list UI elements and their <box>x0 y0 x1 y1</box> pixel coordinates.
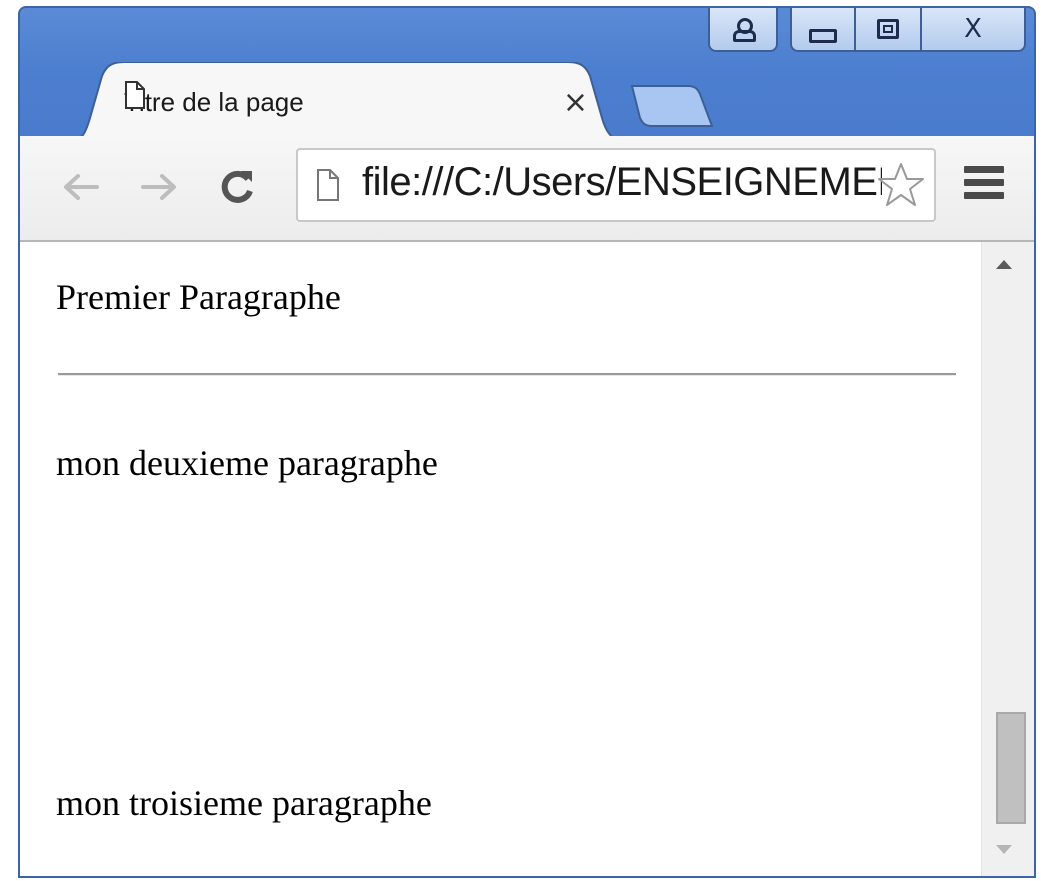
user-icon <box>733 18 756 42</box>
page-icon <box>125 81 145 109</box>
scroll-down-arrow-icon[interactable] <box>996 845 1012 854</box>
forward-arrow-icon <box>141 174 176 200</box>
tab-title: Titre de la page <box>124 86 304 117</box>
menu-icon-bar <box>964 179 1004 186</box>
scroll-thumb[interactable] <box>996 712 1026 824</box>
vertical-scrollbar[interactable] <box>981 242 1034 876</box>
minimize-button[interactable] <box>790 8 856 52</box>
paragraph-3: mon troisieme paragraphe <box>56 783 432 823</box>
scroll-up-arrow-icon[interactable] <box>996 260 1012 269</box>
page-content: Premier Paragraphe mon deuxieme paragrap… <box>20 242 970 876</box>
paragraph-1: Premier Paragraphe <box>56 277 341 317</box>
tab-active[interactable]: Titre de la page × <box>68 62 628 142</box>
reload-icon <box>221 170 253 203</box>
back-button[interactable] <box>56 162 106 212</box>
tab-content: Titre de la page × <box>124 80 588 124</box>
minimize-icon <box>809 29 837 43</box>
horizontal-rule <box>58 373 956 376</box>
page-icon <box>317 169 339 201</box>
back-arrow-icon <box>64 174 99 200</box>
new-tab-button[interactable] <box>626 82 716 130</box>
maximize-button[interactable] <box>856 8 922 52</box>
menu-button[interactable] <box>964 166 1004 206</box>
tab-close-icon[interactable]: × <box>563 85 588 120</box>
address-bar[interactable]: file:///C:/Users/ENSEIGNEMENT <box>296 148 936 222</box>
page-viewport: Premier Paragraphe mon deuxieme paragrap… <box>20 242 1034 876</box>
url-text: file:///C:/Users/ENSEIGNEMENT <box>362 160 882 204</box>
paragraph-2: mon deuxieme paragraphe <box>56 443 438 483</box>
close-icon: X <box>964 14 982 44</box>
menu-icon-bar <box>964 192 1004 199</box>
profile-button[interactable] <box>708 8 778 52</box>
toolbar: file:///C:/Users/ENSEIGNEMENT <box>20 136 1034 242</box>
menu-icon-bar <box>964 166 1004 173</box>
reload-button[interactable] <box>212 162 262 212</box>
window-caption-buttons: X <box>708 8 1026 54</box>
browser-window: X Titre de la page × file:///C:/Users/EN… <box>18 6 1036 878</box>
bookmark-star-icon[interactable] <box>876 160 926 210</box>
close-window-button[interactable]: X <box>922 8 1026 52</box>
maximize-icon <box>877 19 899 39</box>
forward-button[interactable] <box>134 162 184 212</box>
